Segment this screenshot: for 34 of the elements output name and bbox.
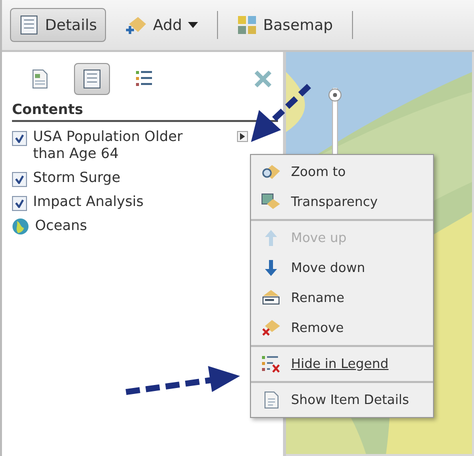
caret-icon: [188, 22, 198, 28]
layers-icon: [261, 193, 281, 211]
menu-item[interactable]: Rename: [251, 283, 433, 313]
layer-name: Storm Surge: [33, 170, 122, 187]
remove-icon: [261, 319, 281, 337]
menu-item[interactable]: Show Item Details: [251, 385, 433, 415]
menu-item[interactable]: Zoom to: [251, 157, 433, 187]
view-button[interactable]: [74, 63, 110, 95]
layer-checkbox[interactable]: [12, 131, 27, 146]
close-icon: [253, 69, 273, 89]
rename-icon: [261, 289, 281, 307]
menu-item[interactable]: Remove: [251, 313, 433, 343]
slider-thumb[interactable]: [328, 88, 342, 102]
layer-checkbox[interactable]: [12, 196, 27, 211]
legend-hide-icon: [261, 355, 281, 373]
document-icon: [31, 69, 49, 89]
details-button[interactable]: Details: [10, 8, 106, 42]
globe-icon: [12, 218, 29, 235]
layer-name: Impact Analysis: [33, 194, 145, 211]
magnifier-icon: [261, 163, 281, 181]
legend-icon: [135, 69, 153, 89]
menu-item[interactable]: Move down: [251, 253, 433, 283]
layer-name: Oceans: [35, 218, 88, 235]
grid-icon: [237, 15, 258, 35]
layer-checkbox[interactable]: [12, 172, 27, 187]
add-layer-icon: [125, 15, 148, 35]
menu-item[interactable]: Hide in Legend: [251, 349, 433, 379]
layer-name: USA Population Older than Age 64: [33, 129, 184, 163]
menu-item[interactable]: Transparency: [251, 187, 433, 217]
layer-menu-button[interactable]: [237, 131, 248, 142]
basemap-button[interactable]: Basemap: [228, 8, 342, 42]
document-list-icon: [83, 69, 101, 89]
document-list-icon: [19, 15, 39, 35]
add-button[interactable]: Add: [116, 8, 208, 42]
